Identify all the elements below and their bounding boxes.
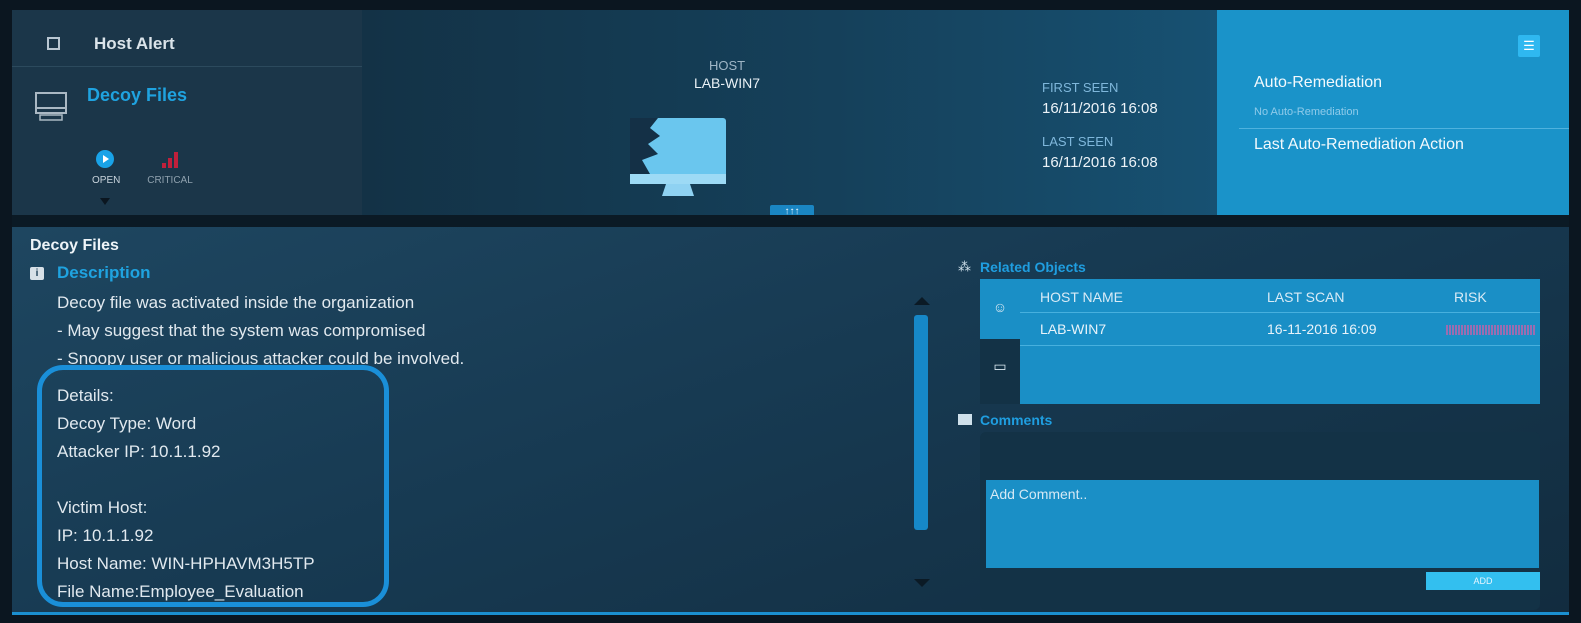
description-title: Description xyxy=(57,263,151,282)
select-checkbox[interactable] xyxy=(47,37,60,50)
status-severity: CRITICAL xyxy=(144,150,196,186)
scroll-up-arrow[interactable] xyxy=(914,297,930,305)
col-risk[interactable]: RISK xyxy=(1454,289,1487,305)
description-text: Decoy file was activated inside the orga… xyxy=(57,293,465,368)
page-title: Host Alert xyxy=(94,34,175,53)
alert-summary-panel: Host Alert Decoy Files OPEN CRITICAL xyxy=(12,10,362,215)
alert-header: Host Alert Decoy Files OPEN CRITICAL HOS… xyxy=(12,10,1569,219)
title-row: Host Alert xyxy=(12,10,362,67)
alert-name[interactable]: Decoy Files xyxy=(87,85,187,106)
play-icon xyxy=(96,150,114,168)
severity-label: CRITICAL xyxy=(147,175,193,186)
auto-remediation-value: No Auto-Remediation xyxy=(1254,106,1359,118)
last-action-title: Last Auto-Remediation Action xyxy=(1254,136,1464,153)
monitor-icon xyxy=(35,92,67,121)
section-title: Decoy Files xyxy=(30,237,119,254)
compromised-monitor-icon xyxy=(630,118,726,196)
related-objects-table: HOST NAME LAST SCAN RISK LAB-WIN7 16-11-… xyxy=(1020,279,1540,404)
divider xyxy=(1020,345,1540,346)
row-last-scan: 16-11-2016 16:09 xyxy=(1267,321,1377,337)
details-text: Details: Decoy Type: Word Attacker IP: 1… xyxy=(57,386,315,601)
row-host-name[interactable]: LAB-WIN7 xyxy=(1040,321,1106,337)
host-value: LAB-WIN7 xyxy=(693,75,761,91)
divider xyxy=(1020,312,1540,313)
status-open-label: OPEN xyxy=(92,175,121,186)
related-objects-title: Related Objects xyxy=(980,259,1086,275)
info-icon: i xyxy=(30,267,44,280)
divider xyxy=(1239,128,1569,129)
comment-icon xyxy=(958,414,972,425)
col-host-name[interactable]: HOST NAME xyxy=(1040,289,1123,305)
comment-input[interactable] xyxy=(986,480,1539,568)
chevron-down-icon[interactable] xyxy=(100,198,110,205)
monitor-tab-icon[interactable]: ▭ xyxy=(980,339,1020,404)
first-seen-label: FIRST SEEN xyxy=(1042,80,1119,95)
alert-details: Decoy Files i Description Decoy file was… xyxy=(12,227,1569,615)
last-seen-label: LAST SEEN xyxy=(1042,134,1114,149)
auto-remediation-title: Auto-Remediation xyxy=(1254,74,1383,91)
list-icon[interactable]: ☰ xyxy=(1518,35,1540,57)
network-icon: ⁂ xyxy=(958,259,971,274)
signal-bars-icon xyxy=(144,150,196,168)
add-comment-button[interactable]: ADD xyxy=(1426,572,1540,590)
header-divider xyxy=(12,215,1569,227)
status-open[interactable]: OPEN xyxy=(92,150,121,186)
related-tabs: ☺ ▭ xyxy=(980,279,1020,404)
col-last-scan[interactable]: LAST SCAN xyxy=(1267,289,1345,305)
risk-bar xyxy=(1446,325,1536,335)
scroll-down-arrow[interactable] xyxy=(914,579,930,587)
last-seen-value: 16/11/2016 16:08 xyxy=(1042,154,1158,171)
comments-title: Comments xyxy=(980,412,1053,428)
first-seen-value: 16/11/2016 16:08 xyxy=(1042,100,1158,117)
scrollbar-thumb[interactable] xyxy=(914,315,928,530)
host-label: HOST xyxy=(708,58,746,73)
remediation-panel: ☰ Auto-Remediation No Auto-Remediation L… xyxy=(1217,10,1569,215)
users-tab-icon[interactable]: ☺ xyxy=(980,279,1020,339)
alert-window: Host Alert Decoy Files OPEN CRITICAL HOS… xyxy=(12,10,1569,615)
host-panel: HOST LAB-WIN7 ↑↑↑ FIRST SEEN 16/11/2016 … xyxy=(362,10,1217,219)
